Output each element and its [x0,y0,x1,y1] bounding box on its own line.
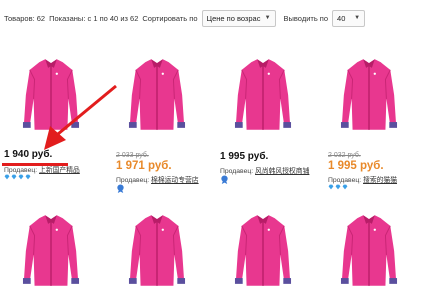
perpage-select[interactable]: 40 ▼ [332,9,366,27]
product-seller: Продавец: 棉棉运动专营店 [116,177,199,184]
perpage-label: Выводить по [283,13,329,23]
product-image[interactable] [128,212,186,290]
diamond-icon [328,184,334,190]
medal-icon [117,184,124,193]
product-image[interactable] [340,212,398,290]
diamond-icon [11,174,17,180]
seller-link[interactable]: 棉棉运动专营店 [151,177,199,184]
sort-toolbar: Товаров: 62 Показаны: с 1 по 40 из 62 Со… [0,0,424,36]
chevron-down-icon: ▼ [354,15,361,21]
product-old-price: 2 032 руб. [328,152,361,159]
product-seller: Продавец: 搜索的猫猫 [328,177,398,184]
product-image[interactable] [234,212,292,290]
product-new-price: 1 995 руб. [328,160,384,172]
product-old-price: 2 033 руб. [116,152,149,159]
product-card[interactable] [106,198,206,303]
total-count: Товаров: 62 [4,13,46,23]
product-image[interactable] [22,56,80,134]
shown-range: Показаны: с 1 по 40 из 62 [49,13,139,23]
product-price: 1 995 руб. [220,151,269,162]
product-card[interactable] [0,198,100,303]
product-new-price: 1 971 руб. [116,160,172,172]
diamond-icon [335,184,341,190]
sort-select-value: Цене по возрас [206,13,261,23]
product-card[interactable]: 1 995 руб. Продавец: 风尚韩风授权商铺 [212,42,312,184]
seller-link[interactable]: 搜索的猫猫 [363,177,397,184]
product-image[interactable] [22,212,80,290]
diamond-icon [18,174,24,180]
product-card[interactable] [212,198,312,303]
product-card[interactable]: 2 033 руб. 1 971 руб. Продавец: 棉棉运动专营店 [106,42,206,193]
price-highlight-underline [2,163,68,166]
product-card[interactable]: 1 940 руб. Продавец: 上新国产精品 [0,42,100,180]
sort-label: Сортировать по [142,13,198,23]
medal-icon [221,175,228,184]
diamond-icon [342,184,348,190]
product-card[interactable]: 2 032 руб. 1 995 руб. Продавец: 搜索的猫猫 [318,42,418,190]
product-image[interactable] [234,56,292,134]
product-image[interactable] [340,56,398,134]
diamond-icon [4,174,10,180]
product-image[interactable] [128,56,186,134]
diamond-icon [25,174,31,180]
seller-rating [328,184,348,190]
sort-select[interactable]: Цене по возрас ▼ [201,9,276,27]
perpage-select-value: 40 [337,13,346,23]
product-price: 1 940 руб. [4,149,53,160]
seller-link[interactable]: 上新国产精品 [39,167,80,174]
product-card[interactable] [318,198,418,303]
chevron-down-icon: ▼ [264,15,271,21]
seller-rating [4,174,31,180]
seller-link[interactable]: 风尚韩风授权商铺 [255,168,309,175]
product-seller: Продавец: 风尚韩风授权商铺 [220,168,310,175]
